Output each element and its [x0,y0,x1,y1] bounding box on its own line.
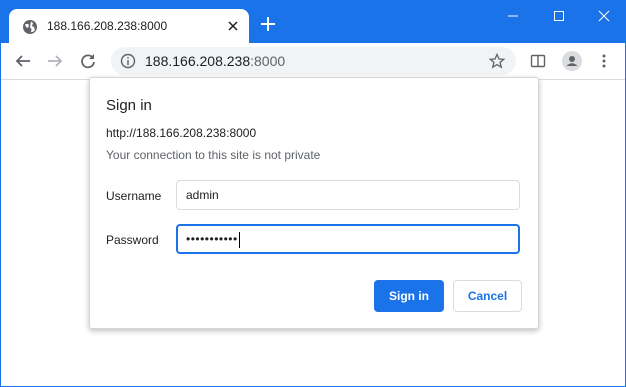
tab-strip: 188.166.208.238:8000 [1,1,625,43]
active-tab[interactable]: 188.166.208.238:8000 [9,9,249,43]
username-value: admin [186,188,219,202]
reading-list-icon[interactable] [530,53,546,69]
password-field[interactable]: ••••••••••• [176,224,520,254]
menu-icon[interactable] [596,53,612,69]
text-caret [238,231,240,248]
tab-close-icon[interactable] [227,20,239,32]
password-label: Password [106,233,159,247]
password-value: ••••••••••• [186,232,238,246]
window-close-icon[interactable] [597,9,611,23]
profile-icon[interactable] [562,51,582,71]
minimize-icon[interactable] [506,9,520,23]
reload-icon[interactable] [80,53,96,69]
new-tab-icon[interactable] [261,17,275,31]
dialog-title: Sign in [106,97,152,114]
info-icon[interactable] [120,53,136,69]
dialog-warning: Your connection to this site is not priv… [106,148,321,162]
globe-icon [23,20,37,34]
username-field[interactable]: admin [176,180,520,210]
cancel-button[interactable]: Cancel [453,280,522,312]
back-icon[interactable] [15,53,31,69]
browser-window: 188.166.208.238:8000 188.166.208.238:800… [0,0,626,387]
star-icon[interactable] [489,53,505,69]
url-port: :8000 [250,53,286,69]
sign-in-button[interactable]: Sign in [374,280,444,312]
toolbar: 188.166.208.238:8000 [1,43,625,80]
dialog-origin: http://188.166.208.238:8000 [106,126,257,140]
username-label: Username [106,189,162,203]
url-host: 188.166.208.238 [145,53,251,69]
sign-in-dialog: Sign in http://188.166.208.238:8000 Your… [89,77,539,329]
url-text: 188.166.208.238:8000 [145,53,285,69]
tab-title: 188.166.208.238:8000 [47,19,168,33]
forward-icon[interactable] [47,53,63,69]
address-bar[interactable]: 188.166.208.238:8000 [111,47,516,75]
maximize-icon[interactable] [552,9,566,23]
